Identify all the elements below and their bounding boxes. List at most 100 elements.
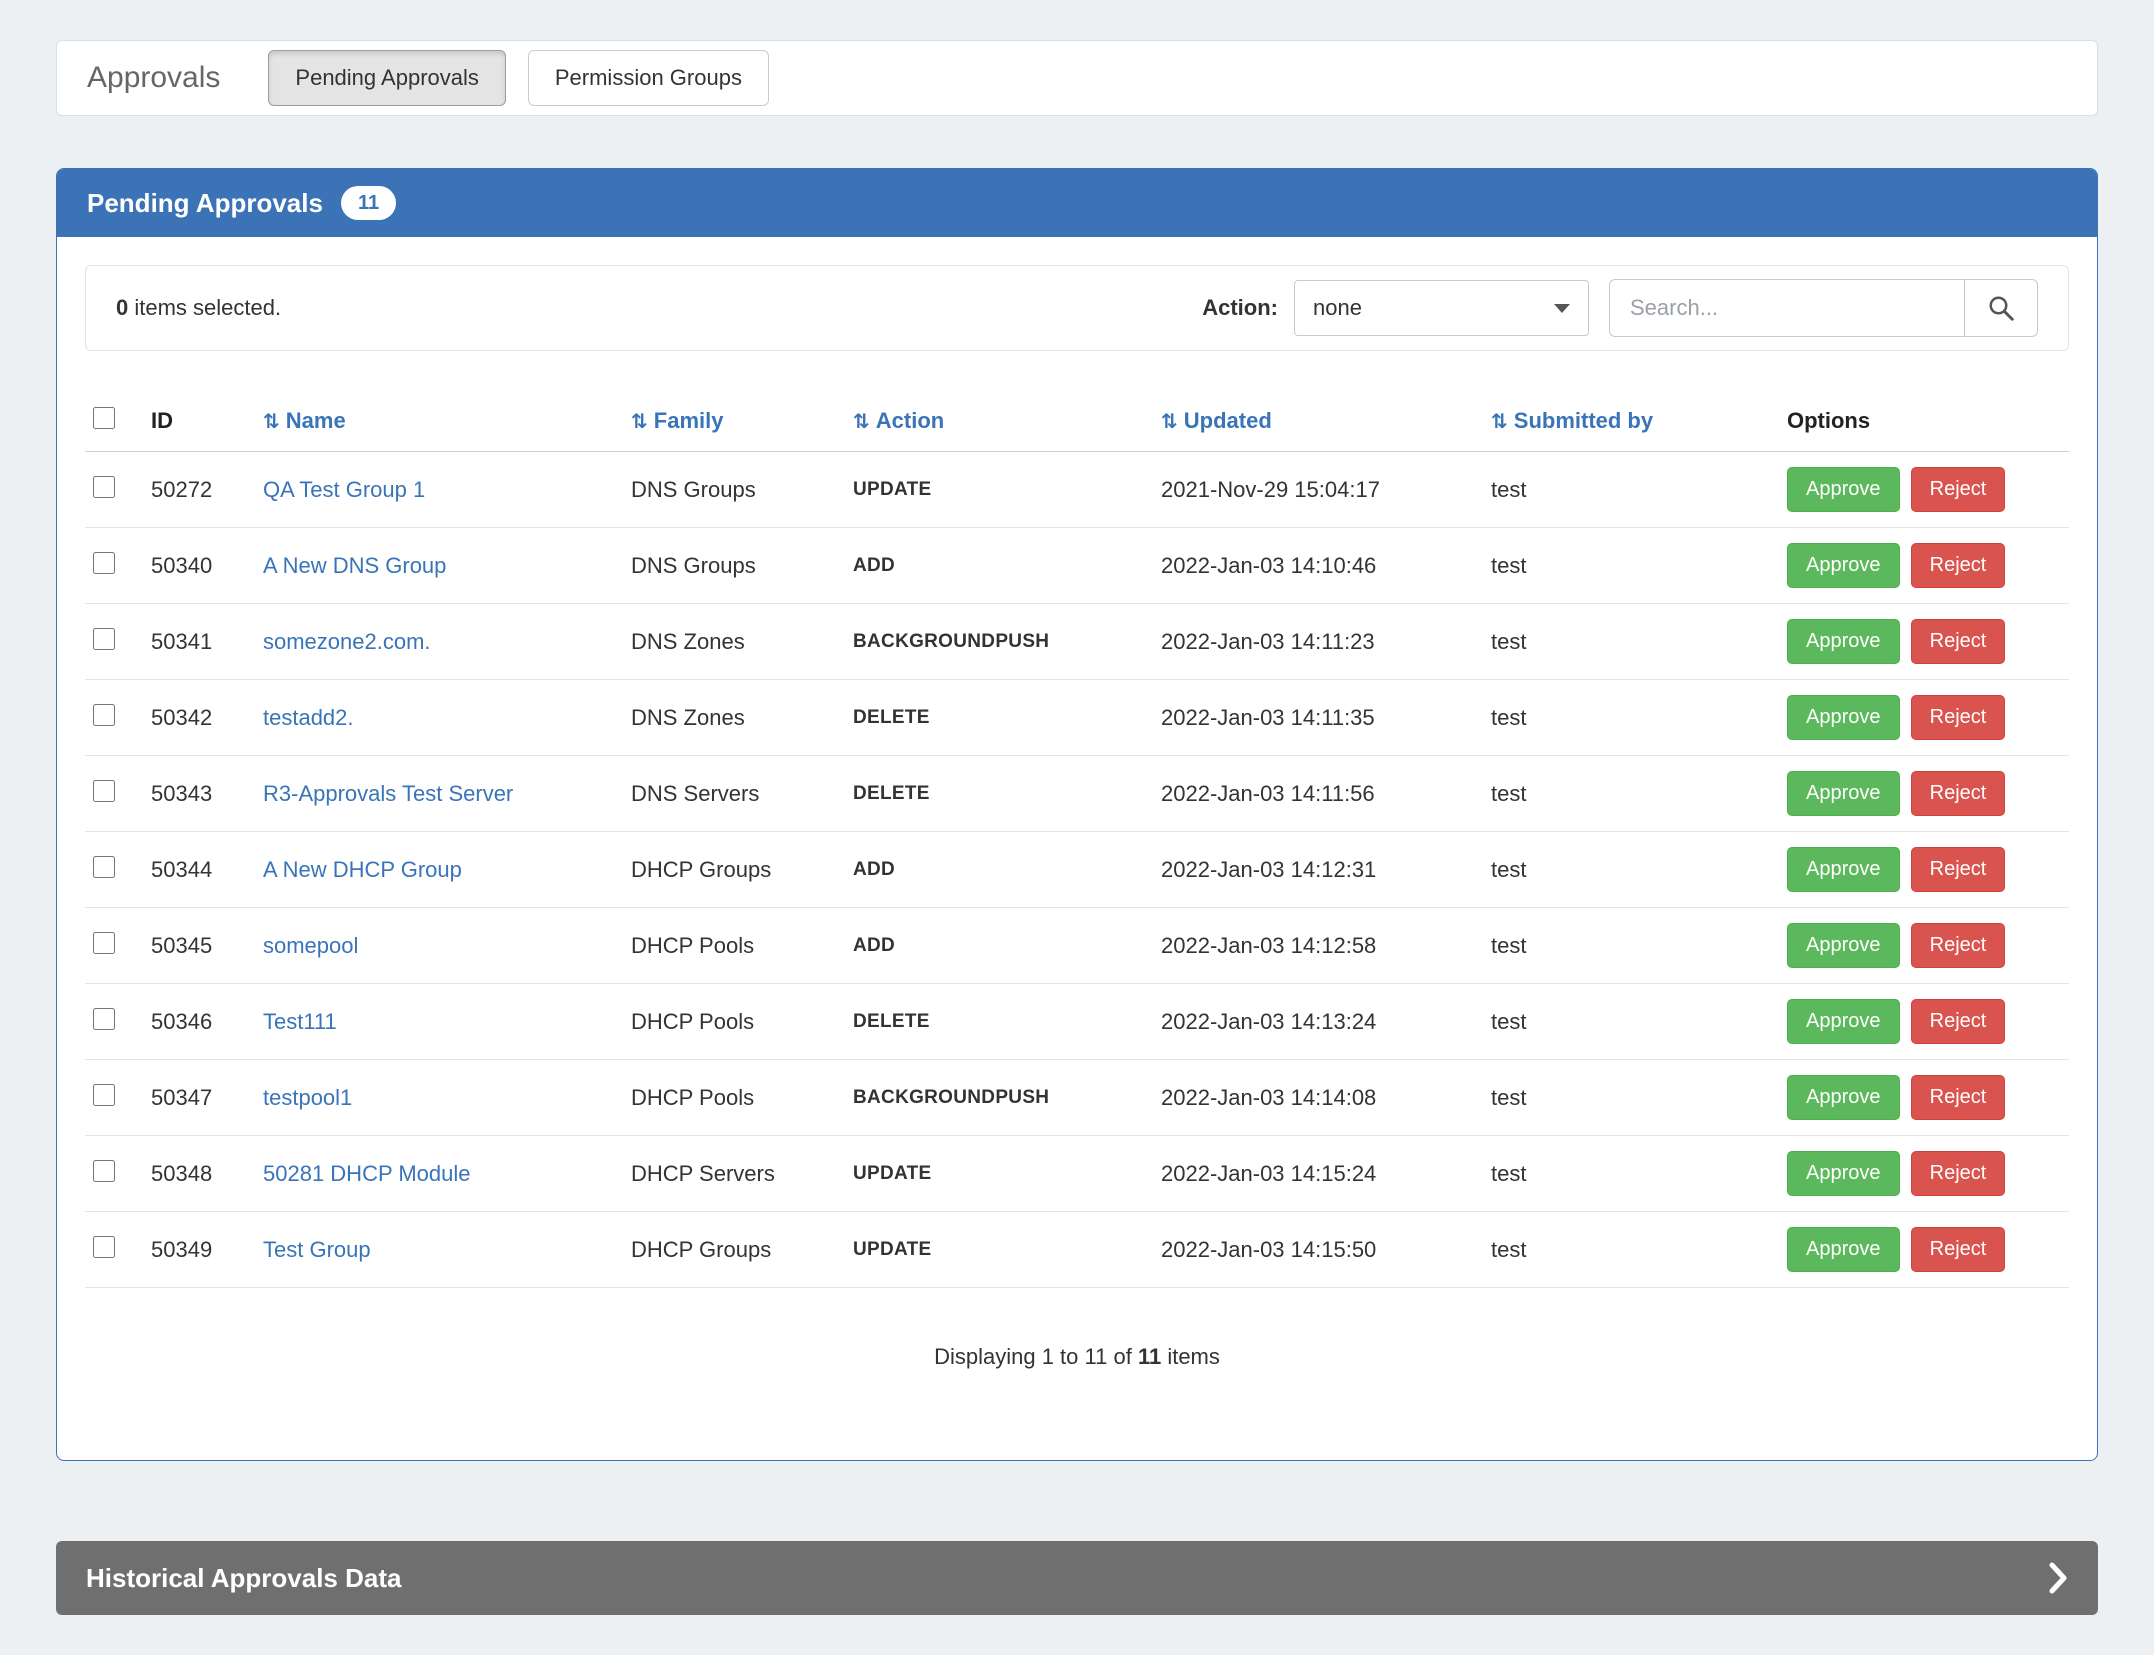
tab-pending-approvals[interactable]: Pending Approvals <box>268 50 505 106</box>
reject-button[interactable]: Reject <box>1911 695 2006 740</box>
item-name-link[interactable]: A New DHCP Group <box>263 857 462 882</box>
cell-updated: 2021-Nov-29 15:04:17 <box>1153 452 1483 528</box>
item-name-link[interactable]: somezone2.com. <box>263 629 431 654</box>
table-row: 50342 testadd2. DNS Zones DELETE 2022-Ja… <box>85 680 2069 756</box>
row-checkbox[interactable] <box>93 1160 115 1182</box>
row-checkbox[interactable] <box>93 780 115 802</box>
sort-icon: ⇅ <box>631 411 648 433</box>
column-header-action[interactable]: ⇅Action <box>845 391 1153 452</box>
cell-action: UPDATE <box>845 452 1153 528</box>
row-checkbox[interactable] <box>93 704 115 726</box>
cell-id: 50346 <box>143 984 255 1060</box>
cell-updated: 2022-Jan-03 14:11:23 <box>1153 604 1483 680</box>
cell-name: R3-Approvals Test Server <box>255 756 623 832</box>
cell-family: DHCP Servers <box>623 1136 845 1212</box>
row-checkbox[interactable] <box>93 552 115 574</box>
approve-button[interactable]: Approve <box>1787 695 1900 740</box>
approve-button[interactable]: Approve <box>1787 923 1900 968</box>
approve-button[interactable]: Approve <box>1787 1151 1900 1196</box>
cell-action: DELETE <box>845 680 1153 756</box>
column-header-name[interactable]: ⇅Name <box>255 391 623 452</box>
cell-action: UPDATE <box>845 1136 1153 1212</box>
cell-checkbox <box>85 908 143 984</box>
cell-name: 50281 DHCP Module <box>255 1136 623 1212</box>
search-button[interactable] <box>1964 279 2038 337</box>
selected-info: 0 items selected. <box>116 295 281 321</box>
cell-name: testpool1 <box>255 1060 623 1136</box>
cell-action: ADD <box>845 832 1153 908</box>
column-header-id: ID <box>143 391 255 452</box>
cell-submitted-by: test <box>1483 832 1779 908</box>
cell-updated: 2022-Jan-03 14:14:08 <box>1153 1060 1483 1136</box>
row-checkbox[interactable] <box>93 1084 115 1106</box>
toolbar-right: Action: none <box>1202 279 2038 337</box>
item-name-link[interactable]: somepool <box>263 933 358 958</box>
row-checkbox[interactable] <box>93 628 115 650</box>
row-checkbox[interactable] <box>93 476 115 498</box>
cell-id: 50344 <box>143 832 255 908</box>
select-all-checkbox[interactable] <box>93 407 115 429</box>
reject-button[interactable]: Reject <box>1911 1151 2006 1196</box>
cell-updated: 2022-Jan-03 14:12:58 <box>1153 908 1483 984</box>
reject-button[interactable]: Reject <box>1911 999 2006 1044</box>
row-checkbox[interactable] <box>93 856 115 878</box>
item-name-link[interactable]: Test Group <box>263 1237 371 1262</box>
item-name-link[interactable]: R3-Approvals Test Server <box>263 781 513 806</box>
reject-button[interactable]: Reject <box>1911 1227 2006 1272</box>
item-name-link[interactable]: testadd2. <box>263 705 354 730</box>
row-checkbox[interactable] <box>93 1236 115 1258</box>
cell-checkbox <box>85 1136 143 1212</box>
approve-button[interactable]: Approve <box>1787 771 1900 816</box>
reject-button[interactable]: Reject <box>1911 1075 2006 1120</box>
cell-options: Approve Reject <box>1779 984 2069 1060</box>
cell-updated: 2022-Jan-03 14:11:35 <box>1153 680 1483 756</box>
approve-button[interactable]: Approve <box>1787 619 1900 664</box>
chevron-right-icon <box>2048 1562 2068 1594</box>
table-row: 50349 Test Group DHCP Groups UPDATE 2022… <box>85 1212 2069 1288</box>
table-row: 50346 Test111 DHCP Pools DELETE 2022-Jan… <box>85 984 2069 1060</box>
cell-name: A New DHCP Group <box>255 832 623 908</box>
column-header-updated[interactable]: ⇅Updated <box>1153 391 1483 452</box>
item-name-link[interactable]: QA Test Group 1 <box>263 477 425 502</box>
reject-button[interactable]: Reject <box>1911 923 2006 968</box>
approve-button[interactable]: Approve <box>1787 543 1900 588</box>
search-input[interactable] <box>1609 279 1964 337</box>
cell-action: BACKGROUNDPUSH <box>845 1060 1153 1136</box>
reject-button[interactable]: Reject <box>1911 771 2006 816</box>
toolbar: 0 items selected. Action: none <box>85 265 2069 351</box>
approve-button[interactable]: Approve <box>1787 467 1900 512</box>
selected-count: 0 <box>116 295 128 320</box>
reject-button[interactable]: Reject <box>1911 619 2006 664</box>
approve-button[interactable]: Approve <box>1787 1075 1900 1120</box>
approve-button[interactable]: Approve <box>1787 999 1900 1044</box>
reject-button[interactable]: Reject <box>1911 467 2006 512</box>
cell-name: Test Group <box>255 1212 623 1288</box>
table-row: 50272 QA Test Group 1 DNS Groups UPDATE … <box>85 452 2069 528</box>
panel-title: Pending Approvals <box>87 188 323 219</box>
cell-action: ADD <box>845 908 1153 984</box>
column-header-family[interactable]: ⇅Family <box>623 391 845 452</box>
cell-options: Approve Reject <box>1779 452 2069 528</box>
caret-down-icon <box>1554 304 1570 313</box>
row-checkbox[interactable] <box>93 932 115 954</box>
historical-approvals-header[interactable]: Historical Approvals Data <box>56 1541 2098 1615</box>
pagination-suffix: items <box>1161 1344 1220 1369</box>
column-header-submitted-by[interactable]: ⇅Submitted by <box>1483 391 1779 452</box>
action-select[interactable]: none <box>1294 280 1589 336</box>
reject-button[interactable]: Reject <box>1911 543 2006 588</box>
cell-action: DELETE <box>845 984 1153 1060</box>
search-icon <box>1986 293 2016 323</box>
tab-permission-groups[interactable]: Permission Groups <box>528 50 769 106</box>
approve-button[interactable]: Approve <box>1787 847 1900 892</box>
cell-updated: 2022-Jan-03 14:15:50 <box>1153 1212 1483 1288</box>
row-checkbox[interactable] <box>93 1008 115 1030</box>
approve-button[interactable]: Approve <box>1787 1227 1900 1272</box>
cell-options: Approve Reject <box>1779 1212 2069 1288</box>
item-name-link[interactable]: testpool1 <box>263 1085 352 1110</box>
cell-checkbox <box>85 832 143 908</box>
cell-id: 50272 <box>143 452 255 528</box>
item-name-link[interactable]: 50281 DHCP Module <box>263 1161 471 1186</box>
item-name-link[interactable]: Test111 <box>263 1009 337 1034</box>
reject-button[interactable]: Reject <box>1911 847 2006 892</box>
item-name-link[interactable]: A New DNS Group <box>263 553 446 578</box>
